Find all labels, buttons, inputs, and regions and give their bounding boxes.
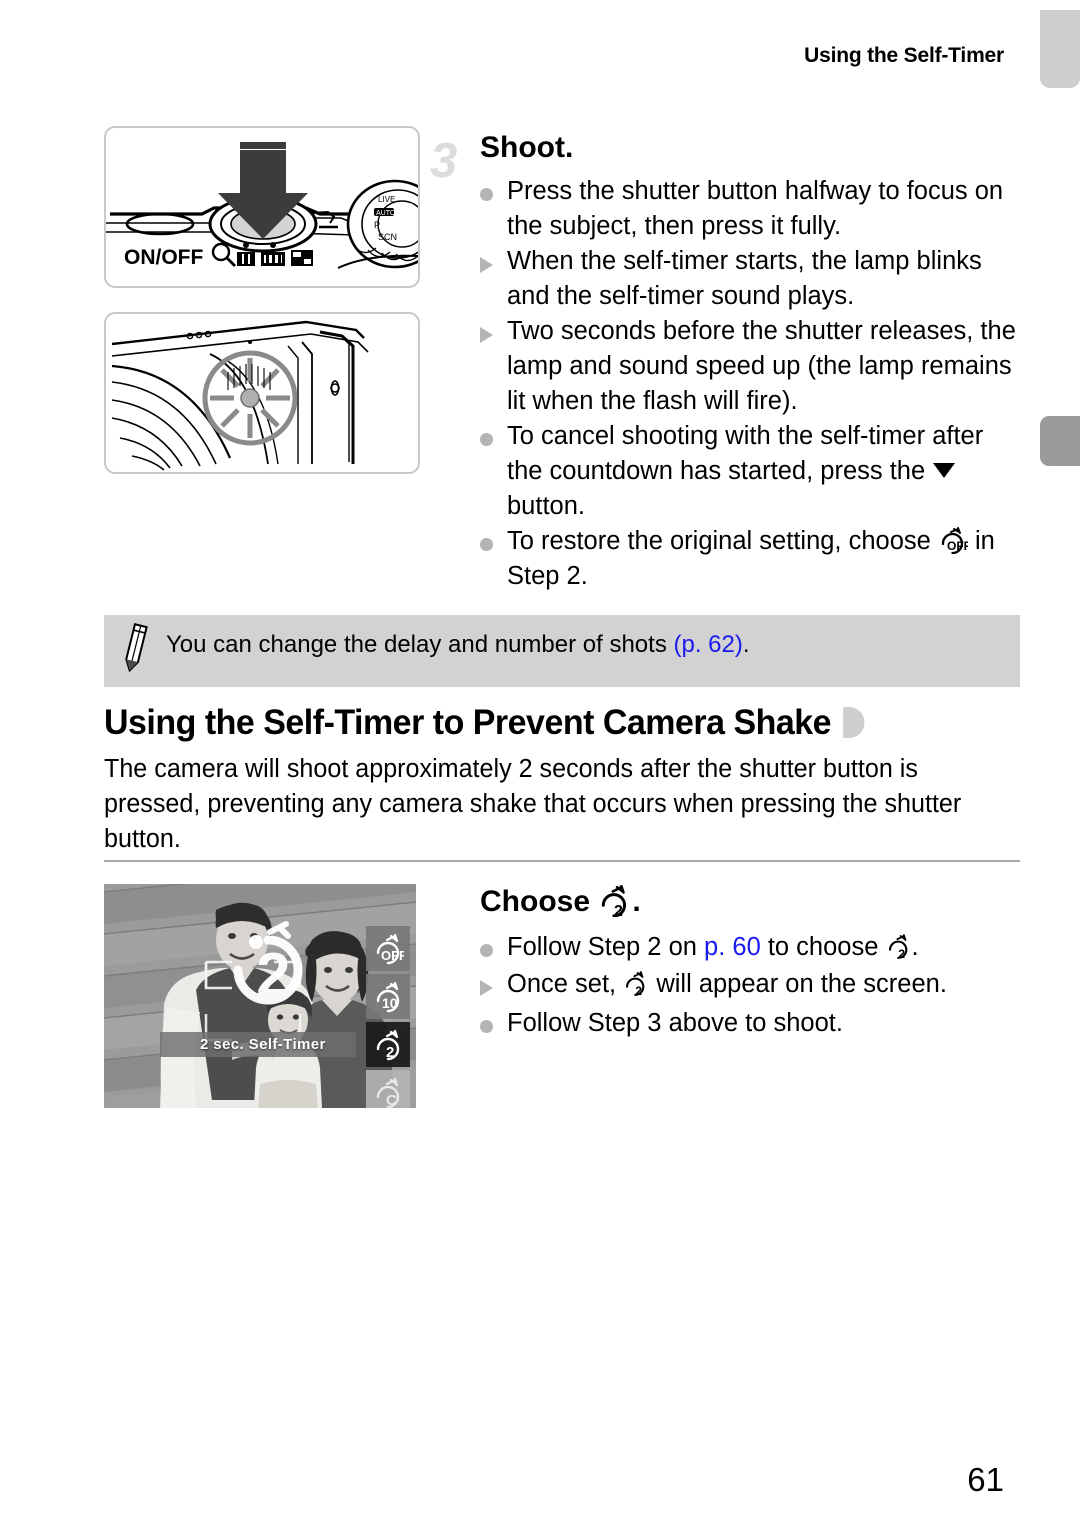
lcd-self-timer-screen: 2 2 sec. Self-Timer OFF 10 2 C (104, 884, 416, 1108)
bullet-dot-icon (480, 174, 507, 211)
list-item: When the self-timer starts, the lamp bli… (480, 244, 1025, 314)
camera-front-lamp-illustration (104, 312, 420, 474)
svg-text:SCN: SCN (378, 232, 397, 242)
countdown-digit: 2 (256, 941, 290, 1010)
index-view-icon (291, 250, 313, 266)
svg-text:AUTO: AUTO (376, 210, 396, 217)
note-text: You can change the delay and number of s… (166, 615, 1020, 660)
bullet-text: Follow Step 3 above to shoot. (507, 1009, 843, 1037)
pencil-icon (104, 615, 166, 677)
camera-top-drawing: AUTO LIVE P SCN ON/OFF (106, 142, 418, 269)
bullet-text: To cancel shooting with the self-timer a… (507, 419, 1025, 524)
list-item: To cancel shooting with the self-timer a… (480, 419, 1025, 524)
svg-text:C: C (386, 1092, 397, 1109)
bullet-text: When the self-timer starts, the lamp bli… (507, 247, 982, 310)
choose-title-before: Choose (480, 885, 599, 918)
running-header: Using the Self-Timer (804, 44, 1004, 67)
self-timer-2sec-icon: 2 (886, 934, 912, 959)
camera-top-illustration: AUTO LIVE P SCN ON/OFF (104, 126, 420, 288)
note-text-before: You can change the delay and number of s… (166, 631, 674, 658)
bullet-text: Press the shutter button halfway to focu… (507, 177, 1004, 240)
list-item: Press the shutter button halfway to focu… (480, 174, 1025, 244)
list-item: To restore the original setting, choose … (480, 524, 1025, 594)
self-timer-lamp-highlight (202, 350, 298, 446)
self-timer-2sec-icon: 2 (598, 885, 632, 917)
choose-step-bullet-list: Follow Step 2 on p. 60 to choose 2 . Onc… (480, 930, 1025, 1043)
svg-text:2: 2 (635, 984, 642, 996)
bullet-text-before: To cancel shooting with the self-timer a… (507, 422, 984, 485)
self-timer-off-icon: OFF (376, 933, 404, 964)
svg-text:2: 2 (898, 947, 905, 959)
choose-title-after: . (632, 885, 641, 918)
bullet-text-before: Follow Step 2 on (507, 933, 705, 961)
self-timer-2sec-icon: 2 (623, 971, 649, 996)
bullet-triangle-icon (480, 967, 507, 1006)
bullet-dot-icon (480, 419, 507, 456)
note-box: You can change the delay and number of s… (104, 615, 1020, 687)
list-item: Follow Step 3 above to shoot. (480, 1006, 1025, 1043)
bullet-dot-icon (480, 524, 507, 561)
section-heading-marker-icon (842, 707, 865, 738)
bullet-text-after: button. (507, 492, 585, 520)
step3-bullet-list: Press the shutter button halfway to focu… (480, 174, 1025, 594)
camera-front-drawing (111, 320, 369, 471)
bullet-dot-icon (480, 930, 507, 967)
list-item: Two seconds before the shutter releases,… (480, 314, 1025, 419)
bullet-text: Follow Step 2 on p. 60 to choose 2 . (507, 930, 1025, 965)
bullet-dot-icon (480, 1006, 507, 1043)
down-button-icon (933, 463, 956, 478)
list-item: Follow Step 2 on p. 60 to choose 2 . (480, 930, 1025, 967)
bullet-text: Once set, 2 will appear on the screen. (507, 967, 1025, 1002)
page-number: 61 (967, 1461, 1004, 1498)
bullet-triangle-icon (480, 244, 507, 283)
menu-item-self-timer-custom[interactable]: C (366, 1070, 410, 1108)
svg-text:2: 2 (614, 903, 623, 917)
onoff-label: ON/OFF (124, 246, 203, 269)
menu-item-self-timer-off[interactable]: OFF (366, 926, 410, 971)
index-tab-inactive[interactable] (1040, 10, 1080, 88)
section-heading: Using the Self-Timer to Prevent Camera S… (104, 703, 865, 743)
bullet-triangle-icon (480, 314, 507, 353)
index-tab-active[interactable] (1040, 416, 1080, 466)
svg-text:P: P (374, 220, 380, 230)
self-timer-off-icon: OFF (938, 526, 968, 554)
bullet-text: Two seconds before the shutter releases,… (507, 317, 1016, 415)
step-number: 3 (430, 134, 458, 188)
bullet-text-after: will appear on the screen. (649, 970, 947, 998)
self-timer-custom-icon: C (376, 1077, 400, 1109)
section-heading-text: Using the Self-Timer to Prevent Camera S… (104, 703, 832, 742)
svg-text:LIVE: LIVE (378, 195, 395, 204)
note-page-reference[interactable]: (p. 62) (673, 631, 742, 658)
choose-step-title: Choose 2 . (480, 885, 641, 917)
svg-text:10: 10 (382, 995, 398, 1011)
page-reference-link[interactable]: p. 60 (704, 933, 761, 961)
note-text-after: . (742, 631, 750, 658)
menu-item-self-timer-2sec[interactable]: 2 (366, 1022, 410, 1067)
section-body-text: The camera will shoot approximately 2 se… (104, 755, 962, 853)
svg-text:OFF: OFF (381, 948, 404, 963)
self-timer-10sec-icon: 10 (376, 981, 400, 1012)
bullet-text-before: Once set, (507, 970, 624, 998)
svg-text:OFF: OFF (947, 539, 968, 553)
bullet-text-mid: to choose (760, 933, 886, 961)
svg-text:2: 2 (386, 1044, 394, 1061)
step-title: Shoot. (480, 131, 574, 164)
divider (104, 860, 1020, 862)
bullet-text: To restore the original setting, choose … (507, 524, 1025, 594)
lcd-caption-text: 2 sec. Self-Timer (200, 1036, 326, 1053)
list-item: Once set, 2 will appear on the screen. (480, 967, 1025, 1006)
self-timer-2sec-icon: 2 (376, 1029, 400, 1061)
bullet-text-after: . (911, 933, 919, 961)
menu-item-self-timer-10sec[interactable]: 10 (366, 974, 410, 1019)
bullet-text-before: To restore the original setting, choose (507, 527, 938, 555)
